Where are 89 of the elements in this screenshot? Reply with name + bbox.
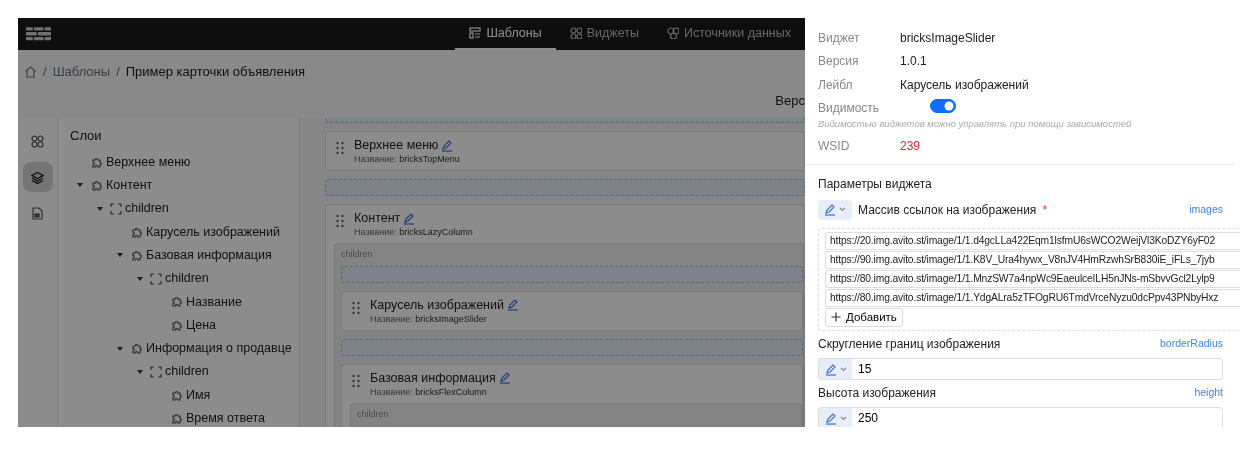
caret-down-icon[interactable] <box>136 274 144 283</box>
hint-text: Видимостью виджетов можно управлять при помощи зависимостей <box>818 117 1133 131</box>
widget-name: Название: bricksImageSlider <box>370 312 488 325</box>
url-field[interactable]: https://80.img.avito.st/image/1/1.YdgALra5zTFOgRU6TmdVrceNyzu0dcPpv43PNbyHxz <box>825 288 1240 307</box>
bracket-icon <box>110 202 122 215</box>
param-label: Скругление границ изображения <box>818 336 1001 354</box>
url-field[interactable]: https://20.img.avito.st/image/1/1.d4gcLLa422Eqm1lsfmU6sWCO2WeijVl3KoDZY6yF02 <box>825 231 1240 250</box>
puzzle-icon <box>90 155 103 169</box>
tree-item[interactable]: Имя <box>170 385 211 405</box>
url-field[interactable]: https://80.img.avito.st/image/1/1.MnzSW7a4npWc9EaeulceILH5nJNs-mSbvvGcl2Lylp9 <box>825 269 1240 288</box>
drag-handle-icon[interactable] <box>336 141 344 155</box>
widget-title: Базовая информация <box>370 369 496 386</box>
breadcrumb-separator: / <box>116 63 120 81</box>
edit-icon <box>824 203 835 217</box>
nav-tab[interactable]: Источники данных <box>652 18 805 50</box>
bracket-icon <box>150 365 162 378</box>
drag-handle-icon[interactable] <box>352 300 360 315</box>
puzzle-icon <box>170 411 183 425</box>
grid-icon <box>31 134 44 148</box>
caret-down-icon[interactable] <box>116 344 124 353</box>
puzzle-icon <box>170 295 183 309</box>
param-key-link[interactable]: borderRadius <box>1159 336 1223 353</box>
field-value: 239 <box>900 138 921 155</box>
tree-item[interactable]: Информация о продавце <box>130 339 292 358</box>
tree-item[interactable]: Контент <box>90 176 153 195</box>
param-key-link[interactable]: images <box>1189 201 1223 218</box>
mode-dropdown[interactable] <box>818 199 852 220</box>
caret-down-icon[interactable] <box>96 204 104 213</box>
breadcrumb-separator: / <box>43 63 47 81</box>
tree-item[interactable]: Время ответа <box>170 409 266 427</box>
breadcrumb-current: Пример карточки объявления <box>125 63 306 81</box>
tree-item[interactable]: Карусель изображений <box>130 222 280 242</box>
template-icon <box>469 27 482 39</box>
param-key-link[interactable]: height <box>1194 385 1223 402</box>
edit-icon[interactable] <box>507 298 519 311</box>
required-mark: * <box>1042 201 1048 219</box>
param-label: Массив ссылок на изображения <box>858 201 1037 219</box>
puzzle-icon <box>170 388 183 402</box>
widget-name: Название: bricksLazyColumn <box>354 226 473 238</box>
widget-name: Название: bricksFlexColumn <box>370 385 488 398</box>
network-icon <box>666 27 679 39</box>
puzzle-icon <box>130 248 143 262</box>
drag-handle-icon[interactable] <box>352 373 360 388</box>
widget-name: Название: bricksTopMenu <box>354 153 460 165</box>
field-value: 1.0.1 <box>900 53 927 71</box>
edit-icon[interactable] <box>441 138 454 152</box>
tree-item[interactable]: Цена <box>170 315 217 335</box>
field-label: Лейбл <box>818 76 854 94</box>
field-label: Видимость <box>818 100 881 118</box>
tree-item[interactable]: children <box>150 269 209 288</box>
field-label: Виджет <box>818 29 861 47</box>
header-label: Верс <box>775 92 805 110</box>
section-title: Параметры виджета <box>818 175 933 193</box>
grid-icon <box>569 27 582 39</box>
logo-icon <box>26 27 52 41</box>
home-icon[interactable] <box>24 65 37 79</box>
field-value: bricksImageSlider <box>900 29 996 47</box>
puzzle-icon <box>130 342 143 355</box>
breadcrumb-link[interactable]: Шаблоны <box>52 62 111 82</box>
plus-icon <box>831 312 841 323</box>
widget-title: Верхнее меню <box>354 137 439 153</box>
field-label: Версия <box>818 53 860 71</box>
layers-icon <box>31 170 44 184</box>
param-label: Высота изображения <box>818 385 937 403</box>
field-value: Карусель изображений <box>900 76 1029 94</box>
panel-title: Слои <box>70 127 103 145</box>
tree-item[interactable]: Базовая информация <box>130 245 272 265</box>
drag-handle-icon[interactable] <box>336 214 344 228</box>
url-field[interactable]: https://90.img.avito.st/image/1/1.K8V_Ura4hywx_V8nJV4HmRzwhSrB830iE_iFLs_7jyb <box>825 250 1240 269</box>
puzzle-icon <box>170 318 183 332</box>
caret-down-icon[interactable] <box>136 367 144 376</box>
puzzle-icon <box>90 178 103 192</box>
document-icon <box>31 206 44 220</box>
visibility-toggle[interactable] <box>930 99 956 114</box>
widget-title: Карусель изображений <box>370 296 504 313</box>
tree-item[interactable]: Верхнее меню <box>90 152 191 172</box>
nav-tab[interactable]: Виджеты <box>555 18 653 50</box>
tree-item[interactable]: children <box>150 362 209 382</box>
chevron-down-icon <box>839 207 846 213</box>
tree-item[interactable]: children <box>110 199 169 219</box>
tree-item[interactable]: Название <box>170 292 242 312</box>
puzzle-icon <box>130 225 143 239</box>
bracket-icon <box>150 272 162 285</box>
edit-icon[interactable] <box>403 211 416 225</box>
widget-title: Контент <box>354 210 401 226</box>
edit-icon[interactable] <box>498 371 511 384</box>
sidebar-tab[interactable] <box>22 162 53 192</box>
add-button[interactable]: Добавить <box>825 307 903 327</box>
field-label: WSID <box>818 138 851 155</box>
